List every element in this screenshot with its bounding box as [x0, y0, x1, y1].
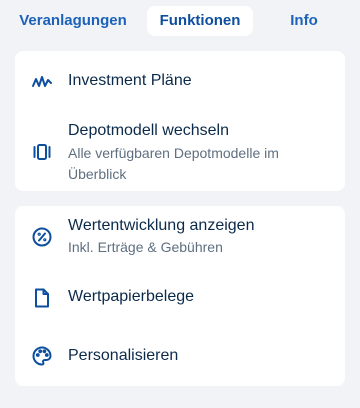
- menu-item-wertentwicklung[interactable]: Wertentwicklung anzeigen Inkl. Erträge &…: [15, 206, 345, 268]
- menu-item-wertpapierbelege[interactable]: Wertpapierbelege: [15, 268, 345, 326]
- menu-item-title: Wertpapierbelege: [68, 288, 195, 305]
- menu-item-subtitle: Alle verfügbaren Depotmodelle im Überbli…: [68, 145, 279, 182]
- menu-item-investment-plaene[interactable]: Investment Pläne: [15, 51, 345, 113]
- menu-item-subtitle: Inkl. Erträge & Gebühren: [68, 239, 223, 255]
- menu-item-title: Wertentwicklung anzeigen: [68, 217, 255, 234]
- tab-funktionen[interactable]: Funktionen: [147, 6, 253, 36]
- menu-item-title: Depotmodell wechseln: [68, 122, 229, 139]
- palette-icon: [31, 345, 53, 367]
- percent-icon: [31, 226, 53, 248]
- menu-item-depotmodell-wechseln[interactable]: Depotmodell wechseln Alle verfügbaren De…: [15, 113, 345, 191]
- menu-item-title: Personalisieren: [68, 347, 179, 364]
- document-icon: [31, 287, 53, 309]
- functions-card-primary: Investment Pläne Depotmodell wechseln Al…: [15, 51, 345, 191]
- tab-info[interactable]: Info: [276, 6, 332, 36]
- functions-card-secondary: Wertentwicklung anzeigen Inkl. Erträge &…: [15, 206, 345, 386]
- menu-item-personalisieren[interactable]: Personalisieren: [15, 326, 345, 386]
- tab-veranlagungen[interactable]: Veranlagungen: [12, 6, 134, 36]
- portfolio-model-icon: [31, 141, 53, 163]
- activity-chart-icon: [31, 71, 53, 93]
- segment-tabs: Veranlagungen Funktionen Info: [0, 6, 360, 36]
- menu-item-title: Investment Pläne: [68, 72, 192, 89]
